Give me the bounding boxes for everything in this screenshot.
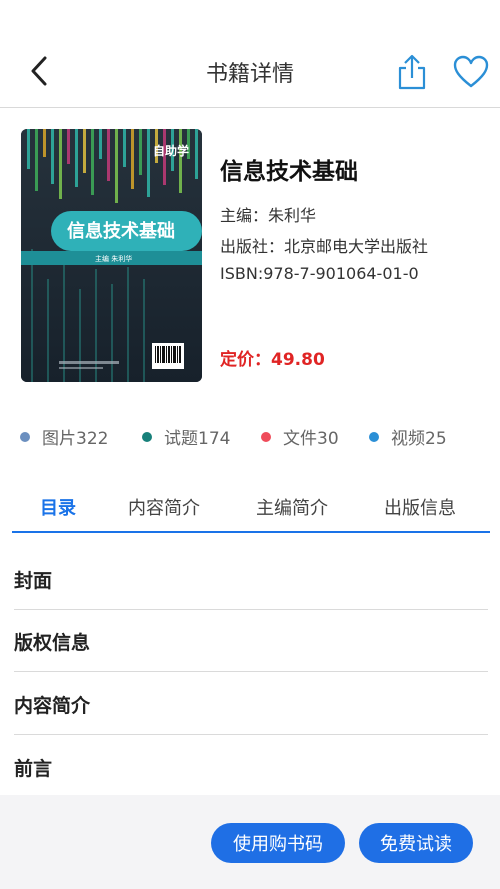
stat-label: 文件30 <box>283 429 339 449</box>
cover-title: 信息技术基础 <box>67 220 175 242</box>
top-bar: 书籍详情 <box>0 36 500 108</box>
stat-dot-icon <box>20 431 30 442</box>
cover-editor: 主编 朱利华 <box>95 254 132 263</box>
bottom-action-bar: 使用购书码 免费试读 <box>0 795 500 889</box>
toc-label: 前言 <box>14 758 53 780</box>
book-price: 定价：49.80 <box>220 350 325 370</box>
book-cover[interactable]: 信息技术基础 主编 朱利华 自助学 <box>21 129 202 382</box>
book-isbn: ISBN:978-7-901064-01-0 <box>220 264 419 283</box>
resource-stats: 图片322 试题174 文件30 视频25 <box>0 424 500 454</box>
toc-label: 封面 <box>14 570 53 592</box>
favorite-button[interactable] <box>452 54 490 90</box>
detail-tabs: 目录 内容简介 主编简介 出版信息 <box>0 478 500 534</box>
book-title: 信息技术基础 <box>220 159 358 185</box>
stat-dot-icon <box>261 431 271 442</box>
free-trial-button[interactable]: 免费试读 <box>359 823 473 863</box>
tab-contents[interactable]: 目录 <box>40 494 76 520</box>
stat-label: 图片322 <box>42 429 109 449</box>
tab-editor-intro[interactable]: 主编简介 <box>256 494 328 520</box>
toc-label: 版权信息 <box>14 632 91 654</box>
stat-label: 试题174 <box>164 429 231 449</box>
stat-dot-icon <box>369 431 379 442</box>
stat-files: 文件30 <box>261 424 339 449</box>
tab-publication-info[interactable]: 出版信息 <box>384 494 456 520</box>
toc-label: 内容简介 <box>14 695 91 717</box>
cover-series-label: 自助学 <box>153 143 189 158</box>
book-info: 信息技术基础 主编 朱利华 自助学 信息技术基础 主编：朱利华 出版社：北京邮电… <box>0 108 500 404</box>
share-icon <box>398 54 426 90</box>
list-item[interactable]: 前言 <box>0 736 500 798</box>
stat-videos: 视频25 <box>369 424 447 449</box>
tab-introduction[interactable]: 内容简介 <box>128 494 200 520</box>
list-item[interactable]: 内容简介 <box>0 673 500 735</box>
book-editor: 主编：朱利华 <box>220 206 317 225</box>
book-publisher: 出版社：北京邮电大学出版社 <box>220 237 429 256</box>
share-button[interactable] <box>394 52 430 92</box>
list-item[interactable]: 封面 <box>0 548 500 610</box>
cover-art: 信息技术基础 主编 朱利华 自助学 <box>21 129 202 382</box>
redeem-code-button[interactable]: 使用购书码 <box>211 823 345 863</box>
stat-questions: 试题174 <box>142 424 230 449</box>
stat-images: 图片322 <box>20 424 108 449</box>
stat-label: 视频25 <box>391 429 447 449</box>
list-item[interactable]: 版权信息 <box>0 610 500 672</box>
divider <box>14 734 488 735</box>
stat-dot-icon <box>142 431 152 442</box>
tab-underline <box>12 531 490 533</box>
divider <box>14 671 488 672</box>
table-of-contents: 封面 版权信息 内容简介 前言 <box>0 548 500 795</box>
heart-icon <box>453 55 489 88</box>
